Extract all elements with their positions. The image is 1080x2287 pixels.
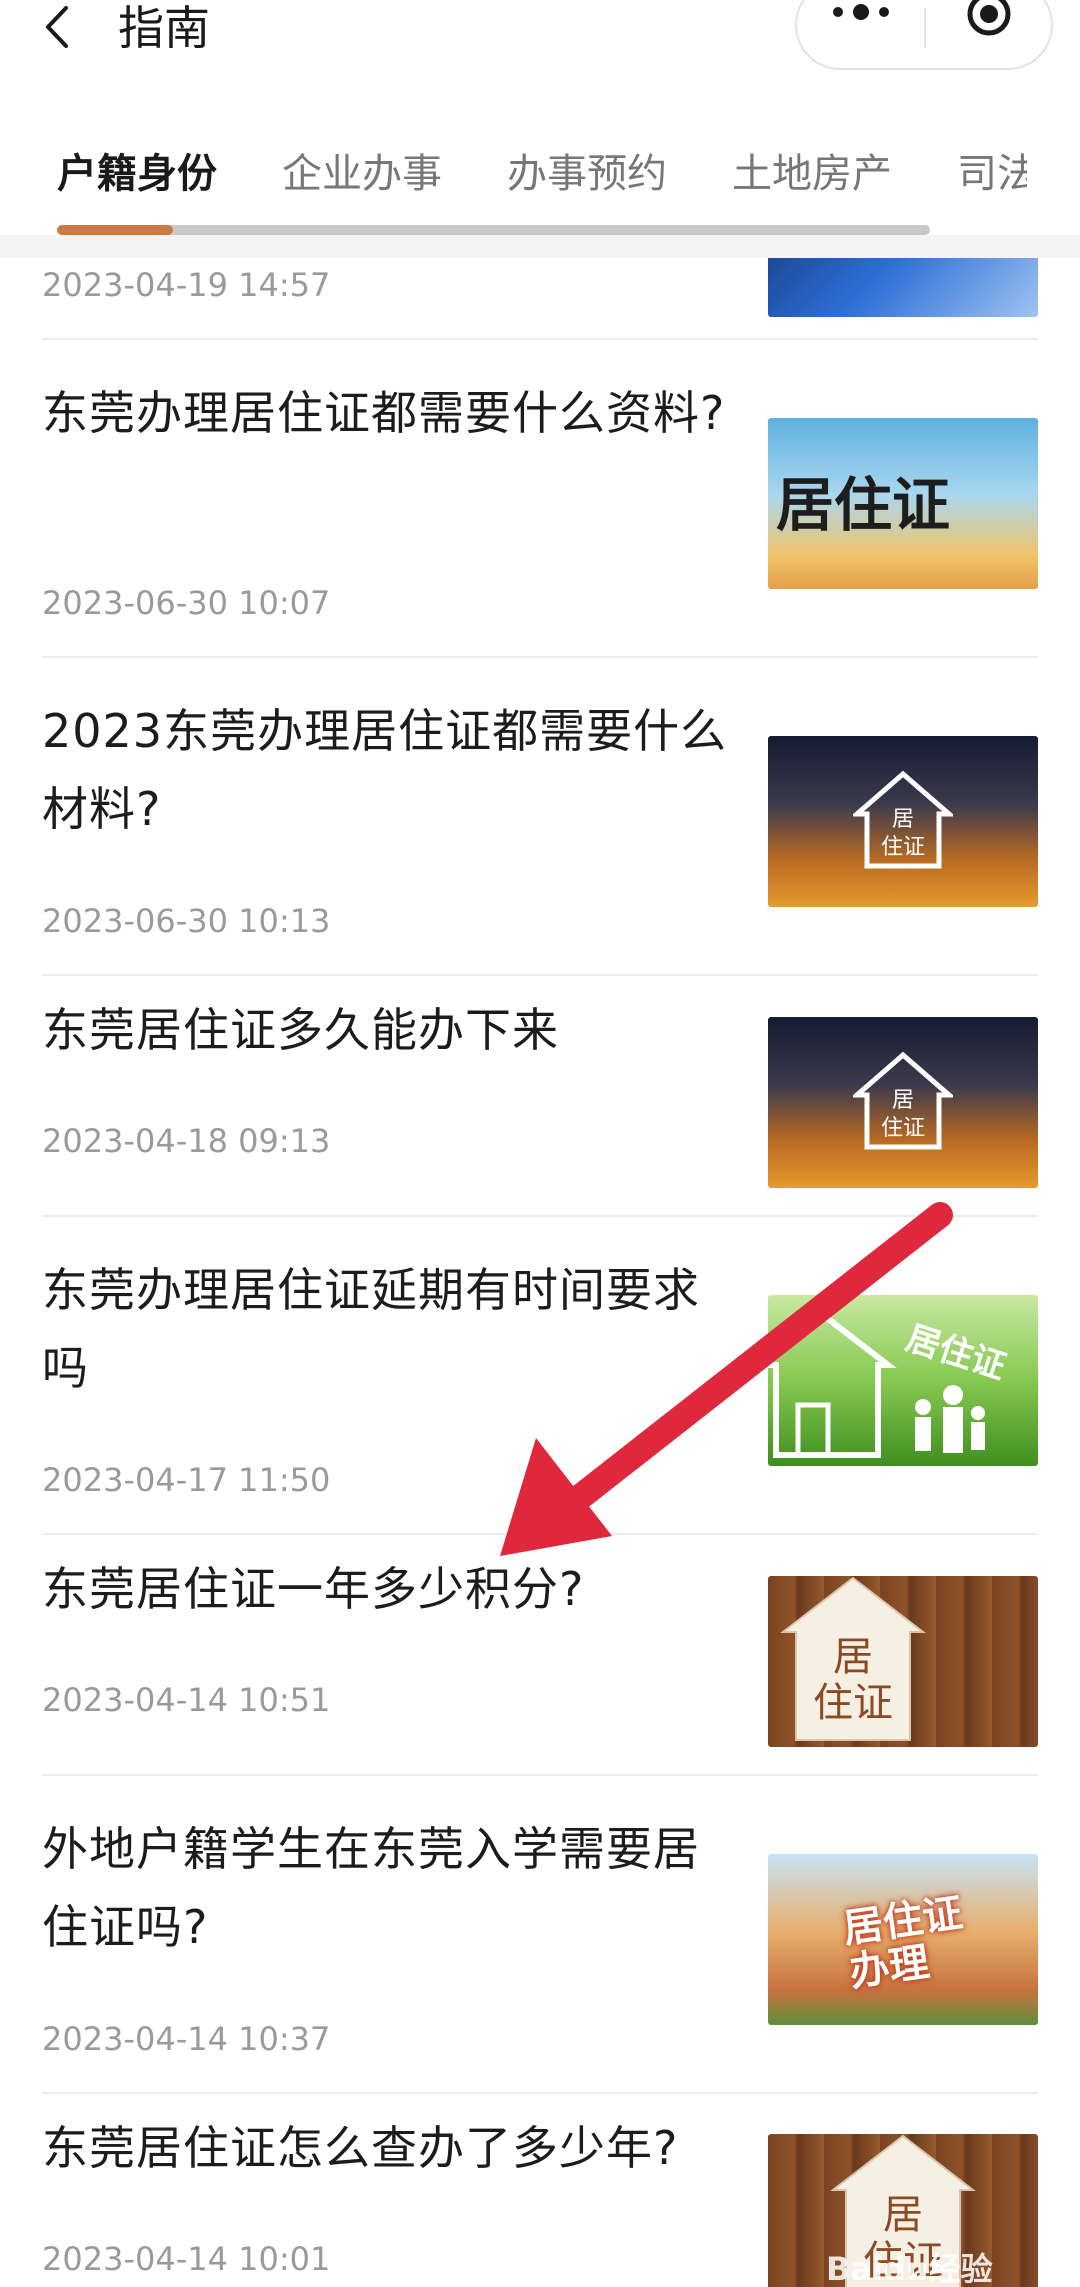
article-thumbnail: 居住证 xyxy=(768,418,1038,589)
svg-text:住证: 住证 xyxy=(881,1116,925,1141)
article-list: 2023-04-19 14:57 东莞办理居住证都需要什么资料? 2023-06… xyxy=(0,258,1080,2287)
tab-enterprise[interactable]: 企业办事 xyxy=(282,146,442,202)
divider xyxy=(42,338,1038,340)
article-date: 2023-04-14 10:01 xyxy=(42,2240,331,2278)
divider xyxy=(42,1533,1038,1535)
close-button[interactable] xyxy=(926,0,1053,68)
thumbnail-caption: 居住证 xyxy=(776,471,951,539)
article-date: 2023-06-30 10:13 xyxy=(42,902,331,940)
house-icon: 居 住证 xyxy=(853,770,953,869)
svg-text:居: 居 xyxy=(883,2192,923,2238)
divider xyxy=(42,974,1038,976)
tab-land-property[interactable]: 土地房产 xyxy=(732,146,892,202)
article-thumbnail xyxy=(768,258,1038,317)
target-circle-icon xyxy=(967,0,1011,36)
divider xyxy=(42,656,1038,658)
article-title: 东莞居住证多久能办下来 xyxy=(42,1003,559,1057)
top-bar: 指南 xyxy=(0,0,1080,80)
svg-text:居: 居 xyxy=(892,807,914,832)
article-date: 2023-04-14 10:37 xyxy=(42,2020,331,2058)
thumbnail-caption: 居住证办理 xyxy=(840,1890,966,1996)
chevron-left-icon xyxy=(46,6,68,48)
article-date: 2023-06-30 10:07 xyxy=(42,584,331,622)
house-card-icon: 居 住证 xyxy=(780,1576,926,1741)
tab-active-indicator xyxy=(57,225,173,235)
article-title: 东莞居住证怎么查办了多少年? xyxy=(42,2121,679,2175)
article-thumbnail: 居 住证 xyxy=(768,1576,1038,1747)
svg-text:居: 居 xyxy=(833,1634,873,1680)
divider xyxy=(42,1215,1038,1217)
page-title: 指南 xyxy=(118,1,210,55)
article-date: 2023-04-19 14:57 xyxy=(42,266,331,304)
article-thumbnail: 居 住证 xyxy=(768,1017,1038,1188)
article-title: 东莞办理居住证延期有时间要求吗 xyxy=(42,1263,700,1395)
more-button[interactable] xyxy=(797,0,924,68)
more-dots-icon xyxy=(833,4,889,20)
tab-judicial[interactable]: 司法 xyxy=(957,146,1027,202)
svg-text:住证: 住证 xyxy=(881,835,925,860)
divider xyxy=(42,2092,1038,2094)
article-title: 2023东莞办理居住证都需要什么材料? xyxy=(42,704,728,836)
article-thumbnail: 居 住证 Baidu经验 xyxy=(768,2134,1038,2287)
article-thumbnail: 居住证办理 xyxy=(768,1854,1038,2025)
article-title: 东莞办理居住证都需要什么资料? xyxy=(42,386,726,440)
mini-program-capsule xyxy=(795,0,1053,70)
article-thumbnail: 居住证 xyxy=(768,1295,1038,1466)
divider xyxy=(42,1774,1038,1776)
article-title: 东莞居住证一年多少积分? xyxy=(42,1562,585,1616)
article-thumbnail: 居 住证 xyxy=(768,736,1038,907)
watermark: Baidu经验 xyxy=(826,2250,993,2287)
article-date: 2023-04-14 10:51 xyxy=(42,1681,331,1719)
svg-text:住证: 住证 xyxy=(813,1680,893,1726)
article-date: 2023-04-18 09:13 xyxy=(42,1122,331,1160)
tab-appointment[interactable]: 办事预约 xyxy=(507,146,667,202)
article-date: 2023-04-17 11:50 xyxy=(42,1461,331,1499)
back-button[interactable] xyxy=(40,2,76,52)
category-tabs: 户籍身份 企业办事 办事预约 土地房产 司法 xyxy=(0,130,1080,210)
svg-text:居: 居 xyxy=(892,1088,914,1113)
tab-hukou-identity[interactable]: 户籍身份 xyxy=(57,146,217,202)
house-icon: 居 住证 xyxy=(853,1051,953,1150)
tab-scrollbar[interactable] xyxy=(57,225,930,235)
tabs-divider xyxy=(0,235,1080,258)
article-title: 外地户籍学生在东莞入学需要居住证吗? xyxy=(42,1822,700,1954)
